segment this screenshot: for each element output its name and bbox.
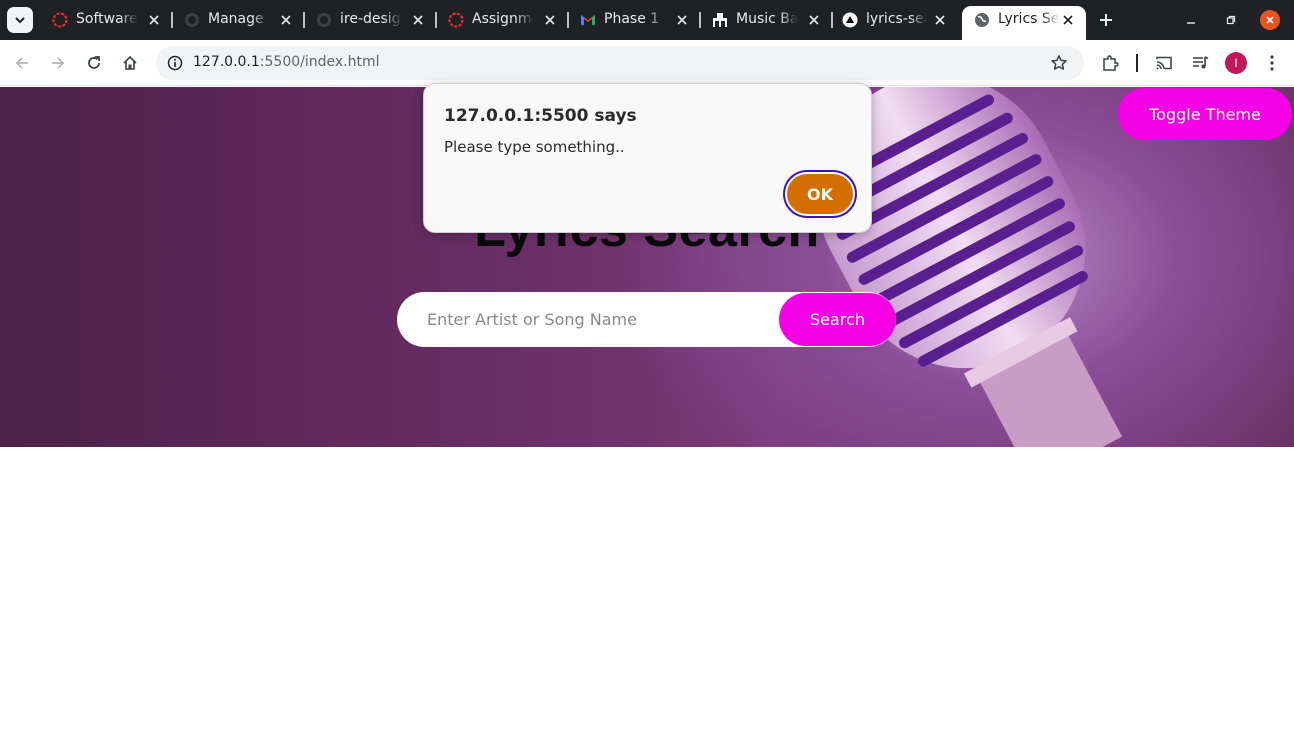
tab-software[interactable]: Software xyxy=(40,0,173,40)
tab-title: lyrics-sea xyxy=(866,11,928,27)
github-icon xyxy=(317,13,331,27)
minimize-button[interactable] xyxy=(1181,10,1201,30)
close-icon[interactable] xyxy=(410,12,426,28)
forward-button[interactable] xyxy=(47,52,69,74)
ok-button[interactable]: OK xyxy=(785,172,855,216)
github-icon xyxy=(185,13,199,27)
search-input[interactable] xyxy=(397,292,797,347)
profile-avatar[interactable]: I xyxy=(1225,52,1247,74)
close-icon xyxy=(1266,16,1274,24)
cast-icon xyxy=(1156,56,1172,70)
back-arrow-icon xyxy=(15,57,28,69)
close-icon[interactable] xyxy=(146,12,162,28)
tab-lyrics-search-active[interactable]: Lyrics Se xyxy=(962,6,1086,40)
toolbar-divider xyxy=(1136,54,1138,72)
close-icon[interactable] xyxy=(674,12,690,28)
close-icon[interactable] xyxy=(806,12,822,28)
tab-search-button[interactable] xyxy=(7,7,33,33)
cast-button[interactable] xyxy=(1153,52,1175,74)
puzzle-icon xyxy=(1103,55,1119,71)
tab-manage[interactable]: Manage xyxy=(172,0,305,40)
tab-title: ire-design xyxy=(340,11,402,27)
close-icon[interactable] xyxy=(1060,12,1076,28)
red-ring-icon xyxy=(448,12,464,28)
gmail-icon xyxy=(581,15,595,25)
site-info-icon[interactable] xyxy=(164,52,186,74)
vercel-icon xyxy=(842,12,858,28)
globe-icon xyxy=(975,13,989,27)
tab-title: Manage xyxy=(208,11,264,27)
tab-assignment[interactable]: Assignment xyxy=(436,0,569,40)
address-bar[interactable]: 127.0.0.1:5500/index.html xyxy=(156,46,1084,80)
tab-title: Software xyxy=(76,11,138,27)
close-icon[interactable] xyxy=(278,12,294,28)
new-tab-button[interactable] xyxy=(1096,10,1116,30)
restore-button[interactable] xyxy=(1221,10,1241,30)
tab-title: Phase 1 f xyxy=(604,11,666,27)
alert-title: 127.0.0.1:5500 says xyxy=(444,106,637,126)
red-ring-icon xyxy=(52,12,68,28)
minimize-icon xyxy=(1187,22,1195,24)
back-button[interactable] xyxy=(11,52,33,74)
reload-icon xyxy=(88,56,100,69)
close-window-button[interactable] xyxy=(1260,10,1280,30)
browser-menu-button[interactable] xyxy=(1261,52,1283,74)
media-queue-icon xyxy=(1193,56,1209,69)
search-form: Search xyxy=(397,292,896,347)
close-icon[interactable] xyxy=(542,12,558,28)
media-control-button[interactable] xyxy=(1189,52,1211,74)
tab-title: Music Ba xyxy=(736,11,798,27)
home-button[interactable] xyxy=(119,52,141,74)
chevron-down-icon xyxy=(15,17,25,24)
url-text[interactable]: 127.0.0.1:5500/index.html xyxy=(193,54,380,70)
url-path: :5500/index.html xyxy=(259,54,380,70)
toggle-theme-button[interactable]: Toggle Theme xyxy=(1118,88,1292,140)
url-host: 127.0.0.1 xyxy=(193,54,260,70)
close-icon[interactable] xyxy=(932,12,948,28)
browser-toolbar: 127.0.0.1:5500/index.html xyxy=(0,40,1294,86)
tab-title: Lyrics Se xyxy=(998,11,1060,27)
tab-strip: Software Manage ire-design Assignment Ph… xyxy=(0,0,1294,40)
home-icon xyxy=(123,55,137,70)
extensions-button[interactable] xyxy=(1099,52,1121,74)
bookmark-star-icon[interactable] xyxy=(1048,52,1070,74)
alert-message: Please type something.. xyxy=(444,138,625,156)
music-brainz-icon xyxy=(713,13,727,27)
tab-phase-1[interactable]: Phase 1 f xyxy=(568,0,701,40)
alert-dialog: 127.0.0.1:5500 says Please type somethin… xyxy=(423,83,872,233)
tab-lyrics-sea[interactable]: lyrics-sea xyxy=(830,0,958,40)
forward-arrow-icon xyxy=(52,57,65,69)
reload-button[interactable] xyxy=(83,52,105,74)
kebab-menu-icon xyxy=(1270,55,1274,71)
tab-title: Assignment xyxy=(472,11,534,27)
restore-icon xyxy=(1226,15,1236,25)
search-button[interactable]: Search xyxy=(779,293,896,346)
plus-icon xyxy=(1100,14,1112,26)
tab-ire-design[interactable]: ire-design xyxy=(304,0,437,40)
tab-music-ba[interactable]: Music Ba xyxy=(700,0,833,40)
